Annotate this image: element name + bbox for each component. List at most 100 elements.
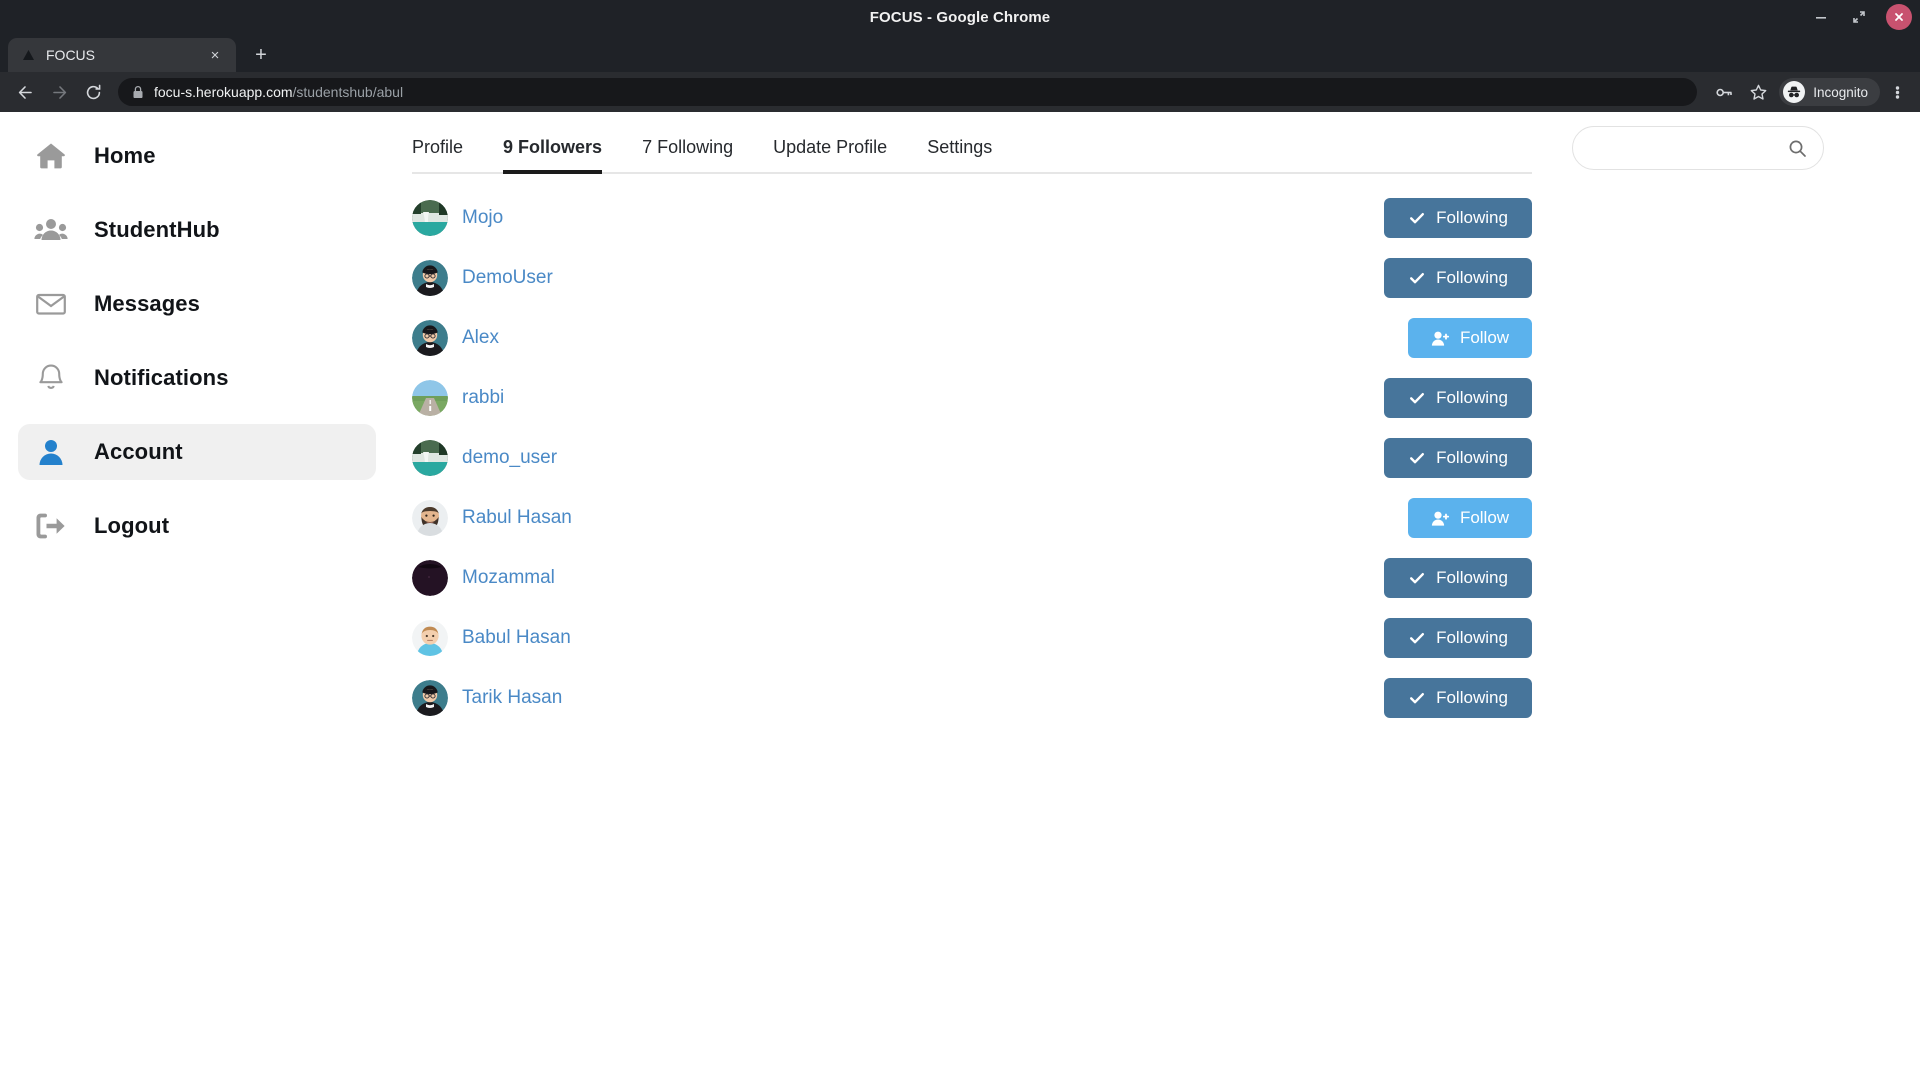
sidebar-label: Messages [94,291,200,317]
avatar[interactable] [412,380,448,416]
follow-button-label: Following [1436,208,1508,228]
follow-button[interactable]: Follow [1408,318,1532,358]
close-icon[interactable] [1886,4,1912,30]
back-icon[interactable] [10,77,40,107]
browser-tab-strip: FOCUS × + [0,34,1920,72]
reload-icon[interactable] [78,77,108,107]
follower-row: Alex Follow [412,308,1532,368]
url-path: /studentshub/abul [293,84,404,100]
follower-row: Mozammal Following [412,548,1532,608]
people-icon [34,213,68,247]
avatar[interactable] [412,440,448,476]
follow-button-label: Following [1436,568,1508,588]
browser-tab-title: FOCUS [46,47,206,63]
tab-settings[interactable]: Settings [927,137,992,172]
search-box[interactable] [1572,126,1824,170]
follow-button-label: Following [1436,448,1508,468]
incognito-label: Incognito [1813,85,1868,100]
follower-username-link[interactable]: rabbi [462,387,504,409]
follower-row: rabbi Following [412,368,1532,428]
new-tab-button[interactable]: + [246,40,276,70]
following-button[interactable]: Following [1384,198,1532,238]
sidebar-label: Account [94,439,183,465]
check-icon [1408,689,1426,707]
follower-username-link[interactable]: Babul Hasan [462,627,571,649]
avatar[interactable] [412,320,448,356]
tab-profile[interactable]: Profile [412,137,463,172]
follow-button-label: Following [1436,628,1508,648]
chrome-menu-icon[interactable] [1884,77,1910,107]
favicon-icon [20,47,36,63]
sidebar-item-messages[interactable]: Messages [18,276,376,332]
following-button[interactable]: Following [1384,618,1532,658]
profile-tabs: Profile 9 Followers 7 Following Update P… [412,126,1532,174]
follow-button-label: Following [1436,388,1508,408]
avatar[interactable] [412,500,448,536]
avatar[interactable] [412,260,448,296]
followers-list: Mojo Following DemoUser Following Alex Follow… [412,174,1532,728]
window-titlebar: FOCUS - Google Chrome [0,0,1920,34]
person-add-icon [1431,330,1450,347]
sidebar-item-account[interactable]: Account [18,424,376,480]
page-content: Home StudentHub [0,112,1920,1080]
follower-username-link[interactable]: Mozammal [462,567,555,589]
toolbar-right-actions: Incognito [1709,77,1910,107]
sidebar-label: StudentHub [94,217,220,243]
follower-username-link[interactable]: demo_user [462,447,557,469]
following-button[interactable]: Following [1384,678,1532,718]
avatar[interactable] [412,620,448,656]
logout-icon [34,509,68,543]
following-button[interactable]: Following [1384,438,1532,478]
sidebar-item-studenthub[interactable]: StudentHub [18,202,376,258]
window-title: FOCUS - Google Chrome [870,9,1050,26]
person-icon [34,435,68,469]
search-icon[interactable] [1788,139,1807,158]
url-host: focu-s.herokuapp.com [154,84,293,100]
person-add-icon [1431,510,1450,527]
follow-button-label: Following [1436,268,1508,288]
sidebar-label: Logout [94,513,169,539]
password-key-icon[interactable] [1709,77,1739,107]
envelope-icon [34,287,68,321]
sidebar: Home StudentHub [0,112,400,1080]
browser-tab[interactable]: FOCUS × [8,38,236,72]
browser-toolbar: focu-s.herokuapp.com/studentshub/abul [0,72,1920,112]
follower-username-link[interactable]: Tarik Hasan [462,687,562,709]
tab-followers[interactable]: 9 Followers [503,137,602,172]
incognito-profile-chip[interactable]: Incognito [1779,78,1880,106]
sidebar-item-logout[interactable]: Logout [18,498,376,554]
check-icon [1408,449,1426,467]
address-bar[interactable]: focu-s.herokuapp.com/studentshub/abul [118,78,1697,106]
follower-username-link[interactable]: Alex [462,327,499,349]
tab-following[interactable]: 7 Following [642,137,733,172]
minimize-icon[interactable] [1810,6,1832,28]
follower-username-link[interactable]: DemoUser [462,267,553,289]
follower-row: Tarik Hasan Following [412,668,1532,728]
avatar[interactable] [412,200,448,236]
follower-row: Rabul Hasan Follow [412,488,1532,548]
tab-close-icon[interactable]: × [206,46,224,64]
follower-username-link[interactable]: Rabul Hasan [462,507,572,529]
sidebar-item-home[interactable]: Home [18,128,376,184]
forward-icon[interactable] [44,77,74,107]
following-button[interactable]: Following [1384,258,1532,298]
sidebar-label: Home [94,143,156,169]
tab-update-profile[interactable]: Update Profile [773,137,887,172]
follower-row: Babul Hasan Following [412,608,1532,668]
following-button[interactable]: Following [1384,558,1532,598]
bookmark-star-icon[interactable] [1743,77,1773,107]
search-container [1572,126,1824,170]
avatar[interactable] [412,680,448,716]
incognito-icon [1783,81,1805,103]
following-button[interactable]: Following [1384,378,1532,418]
avatar[interactable] [412,560,448,596]
follow-button[interactable]: Follow [1408,498,1532,538]
check-icon [1408,209,1426,227]
check-icon [1408,629,1426,647]
sidebar-item-notifications[interactable]: Notifications [18,350,376,406]
follower-username-link[interactable]: Mojo [462,207,503,229]
follower-row: DemoUser Following [412,248,1532,308]
restore-icon[interactable] [1848,6,1870,28]
bell-icon [34,361,68,395]
search-input[interactable] [1589,140,1788,157]
